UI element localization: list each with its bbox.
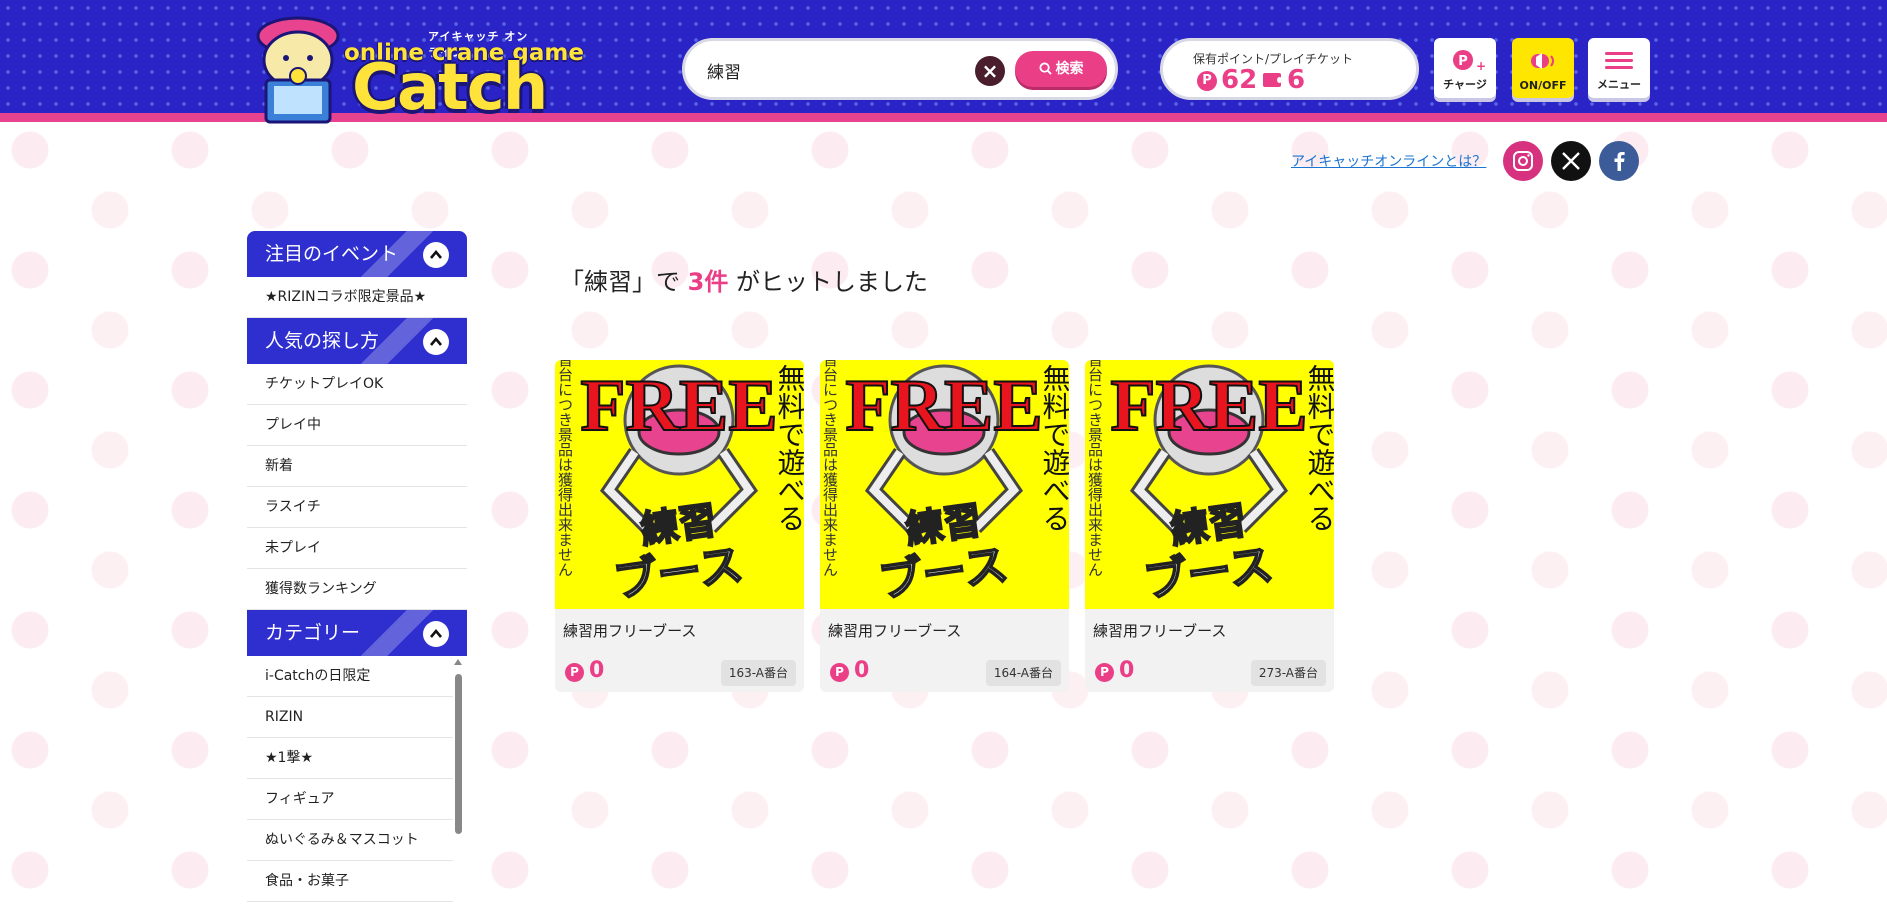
collapse-toggle[interactable] bbox=[423, 329, 449, 355]
close-icon: × bbox=[981, 59, 999, 83]
chevron-up-icon bbox=[430, 628, 442, 638]
site-logo[interactable]: アイキャッチ オンライン online crane game Catch bbox=[248, 8, 584, 126]
product-thumbnail[interactable]: FREE 無料で遊べる ※練習台につき景品は獲得出来ません 練習 ブース bbox=[555, 360, 804, 609]
category-section-header[interactable]: カテゴリー bbox=[247, 610, 467, 656]
menu-button[interactable]: メニュー bbox=[1588, 38, 1650, 98]
search-input[interactable] bbox=[707, 55, 957, 85]
ticket-icon bbox=[1263, 73, 1282, 87]
scrollbar-thumb[interactable] bbox=[455, 674, 462, 834]
point-icon: P bbox=[1197, 71, 1217, 91]
facebook-icon bbox=[1614, 152, 1625, 171]
chevron-up-icon bbox=[430, 336, 442, 346]
hamburger-icon bbox=[1605, 52, 1633, 69]
sidebar-item-ranking[interactable]: 獲得数ランキング bbox=[247, 569, 467, 610]
points-value: 62 bbox=[1221, 65, 1258, 95]
sidebar: 注目のイベント ★RIZINコラボ限定景品★ 人気の探し方 チケットプレイOK … bbox=[247, 231, 467, 911]
sidebar-item-category[interactable]: ★1撃★ bbox=[247, 738, 453, 779]
menu-label: メニュー bbox=[1597, 78, 1641, 91]
product-price: 0 bbox=[854, 658, 870, 683]
event-section-title: 注目のイベント bbox=[265, 243, 399, 265]
search-button-label: 検索 bbox=[1055, 61, 1084, 77]
x-button[interactable] bbox=[1551, 141, 1591, 181]
no-prize-note: ※練習台につき景品は獲得出来ません bbox=[1086, 360, 1104, 577]
charge-point-icon: P + bbox=[1453, 50, 1486, 72]
event-section-header[interactable]: 注目のイベント bbox=[247, 231, 467, 277]
result-suffix: がヒットしました bbox=[735, 268, 928, 296]
product-title[interactable]: 練習用フリーブース bbox=[828, 620, 961, 641]
product-card[interactable]: FREE 無料で遊べる ※練習台につき景品は獲得出来ません 練習 ブース 練習用… bbox=[1085, 360, 1334, 692]
search-icon bbox=[1038, 62, 1052, 75]
category-section-title: カテゴリー bbox=[265, 622, 361, 644]
result-prefix: 「練習」で bbox=[560, 268, 680, 296]
booth-number-badge: 164-A番台 bbox=[985, 660, 1061, 686]
collapse-toggle[interactable] bbox=[423, 242, 449, 268]
sidebar-item-last-one[interactable]: ラスイチ bbox=[247, 487, 467, 528]
sidebar-item-playing[interactable]: プレイ中 bbox=[247, 405, 467, 446]
product-thumbnail[interactable]: FREE 無料で遊べる ※練習台につき景品は獲得出来ません 練習 ブース bbox=[820, 360, 1069, 609]
sidebar-item-new[interactable]: 新着 bbox=[247, 446, 467, 487]
sidebar-item-category[interactable]: ぬいぐるみ＆マスコット bbox=[247, 820, 453, 861]
collapse-toggle[interactable] bbox=[423, 621, 449, 647]
charge-button[interactable]: P + チャージ bbox=[1434, 38, 1496, 98]
free-play-text: 無料で遊べる bbox=[774, 364, 805, 532]
facebook-button[interactable] bbox=[1599, 141, 1639, 181]
instagram-button[interactable] bbox=[1503, 141, 1543, 181]
free-text: FREE bbox=[580, 365, 777, 447]
sidebar-item-event[interactable]: ★RIZINコラボ限定景品★ bbox=[247, 277, 467, 318]
tickets-value: 6 bbox=[1287, 65, 1306, 95]
category-list[interactable]: i-Catchの日限定 RIZIN ★1撃★ フィギュア ぬいぐるみ＆マスコット… bbox=[247, 656, 467, 911]
popular-section-title: 人気の探し方 bbox=[265, 330, 380, 352]
search-button[interactable]: 検索 bbox=[1015, 51, 1107, 87]
x-logo-icon bbox=[1562, 152, 1580, 170]
about-link[interactable]: アイキャッチオンラインとは？ bbox=[1291, 151, 1486, 171]
mascot-logo-icon bbox=[256, 16, 340, 124]
product-thumbnail[interactable]: FREE 無料で遊べる ※練習台につき景品は獲得出来ません 練習 ブース bbox=[1085, 360, 1334, 609]
product-price: 0 bbox=[589, 658, 605, 683]
svg-text:P: P bbox=[1458, 54, 1468, 69]
sidebar-item-ticket-ok[interactable]: チケットプレイOK bbox=[247, 364, 467, 405]
chevron-up-icon bbox=[430, 249, 442, 259]
sidebar-item-unplayed[interactable]: 未プレイ bbox=[247, 528, 467, 569]
site-header: アイキャッチ オンライン online crane game Catch × 検… bbox=[0, 0, 1887, 124]
logo-wordmark: Catch bbox=[352, 51, 548, 125]
search-result-heading: 「練習」で 3件 がヒットしました bbox=[560, 262, 928, 297]
product-price: 0 bbox=[1119, 658, 1135, 683]
point-icon: P bbox=[565, 663, 584, 682]
popular-section-header[interactable]: 人気の探し方 bbox=[247, 318, 467, 364]
point-icon: P bbox=[830, 663, 849, 682]
result-count: 3件 bbox=[687, 268, 729, 296]
category-scrollbar[interactable] bbox=[454, 656, 465, 911]
point-icon: P bbox=[1095, 663, 1114, 682]
product-title[interactable]: 練習用フリーブース bbox=[563, 620, 696, 641]
product-title[interactable]: 練習用フリーブース bbox=[1093, 620, 1226, 641]
sidebar-item-category[interactable]: i-Catchの日限定 bbox=[247, 656, 453, 697]
scroll-up-arrow-icon[interactable] bbox=[454, 659, 462, 665]
no-prize-note: ※練習台につき景品は獲得出来ません bbox=[821, 360, 839, 577]
sound-toggle-button[interactable]: ON/OFF bbox=[1512, 38, 1574, 98]
speaker-icon bbox=[1531, 53, 1554, 69]
points-panel[interactable]: 保有ポイント/プレイチケット P 62 6 bbox=[1160, 38, 1419, 100]
search-bar: × 検索 bbox=[682, 38, 1118, 100]
free-play-text: 無料で遊べる bbox=[1039, 364, 1070, 532]
instagram-icon bbox=[1513, 151, 1533, 171]
free-play-text: 無料で遊べる bbox=[1304, 364, 1335, 532]
sidebar-item-category[interactable]: フィギュア bbox=[247, 779, 453, 820]
charge-label: チャージ bbox=[1443, 78, 1487, 91]
sound-label: ON/OFF bbox=[1519, 79, 1567, 92]
booth-number-badge: 163-A番台 bbox=[720, 660, 796, 686]
sidebar-item-category[interactable]: 食品・お菓子 bbox=[247, 861, 453, 902]
product-card[interactable]: FREE 無料で遊べる ※練習台につき景品は獲得出来ません 練習 ブース 練習用… bbox=[820, 360, 1069, 692]
sidebar-item-category[interactable]: RIZIN bbox=[247, 697, 453, 738]
free-text: FREE bbox=[1110, 365, 1307, 447]
no-prize-note: ※練習台につき景品は獲得出来ません bbox=[556, 360, 574, 577]
clear-search-button[interactable]: × bbox=[975, 56, 1005, 86]
product-card[interactable]: FREE 無料で遊べる ※練習台につき景品は獲得出来ません 練習 ブース 練習用… bbox=[555, 360, 804, 692]
booth-number-badge: 273-A番台 bbox=[1250, 660, 1326, 686]
points-label: 保有ポイント/プレイチケット bbox=[1193, 52, 1354, 66]
svg-text:+: + bbox=[1476, 59, 1486, 72]
free-text: FREE bbox=[845, 365, 1042, 447]
